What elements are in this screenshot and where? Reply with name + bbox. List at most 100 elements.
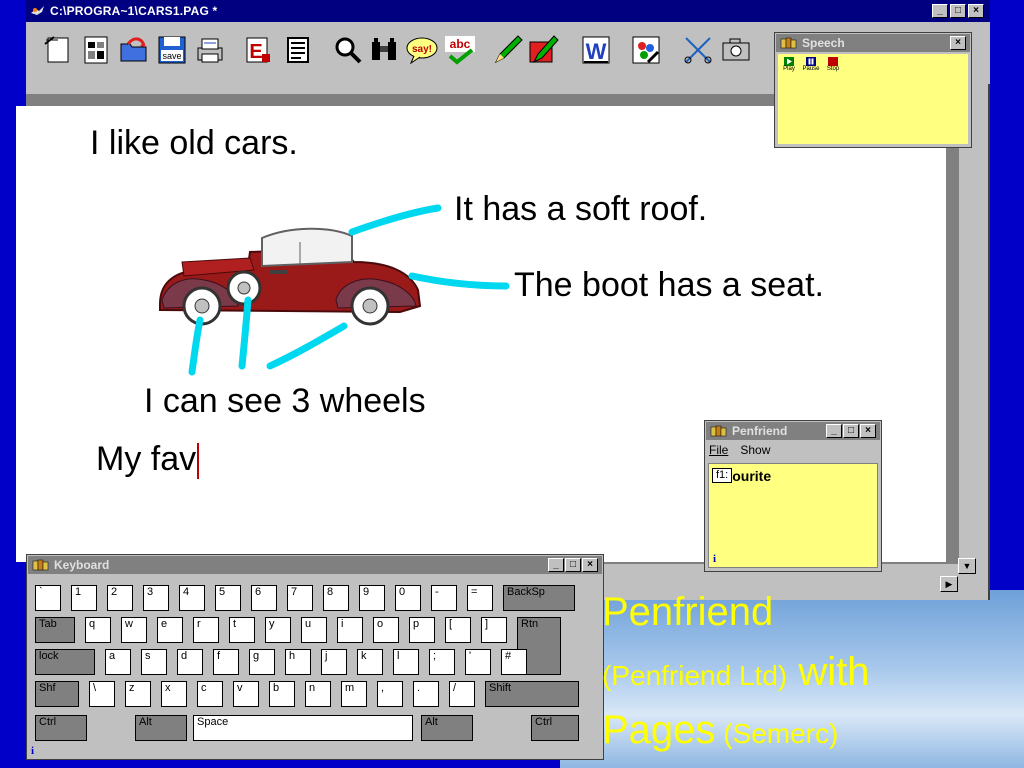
- key-5[interactable]: 5: [215, 585, 241, 611]
- keyboard-title-bar[interactable]: Keyboard _ □ ×: [28, 556, 602, 574]
- key-r[interactable]: r: [193, 617, 219, 643]
- play-icon: [784, 57, 794, 66]
- keyboard-close-button[interactable]: ×: [582, 558, 598, 572]
- caption-with: with: [787, 650, 870, 694]
- key-h[interactable]: h: [285, 649, 311, 675]
- books-icon: [710, 425, 727, 437]
- key-tab[interactable]: Tab: [35, 617, 75, 643]
- key-1[interactable]: 1: [71, 585, 97, 611]
- key-e[interactable]: e: [157, 617, 183, 643]
- label-boot-seat: The boot has a seat.: [514, 266, 824, 304]
- prediction-hotkey: f1:: [712, 468, 733, 483]
- stop-button[interactable]: Stop: [824, 57, 842, 73]
- key-alt[interactable]: Alt: [421, 715, 473, 741]
- doc-typing-line[interactable]: My fav: [96, 440, 200, 480]
- key-v[interactable]: v: [233, 681, 259, 707]
- key-sym-1-11[interactable]: [: [445, 617, 471, 643]
- key-x[interactable]: x: [161, 681, 187, 707]
- key-ctrl[interactable]: Ctrl: [35, 715, 87, 741]
- keyboard-minimize-button[interactable]: _: [548, 558, 564, 572]
- keyboard-window-controls: _ □ ×: [548, 558, 598, 572]
- key-6[interactable]: 6: [251, 585, 277, 611]
- pause-button[interactable]: Pause: [802, 57, 820, 73]
- key-3[interactable]: 3: [143, 585, 169, 611]
- key-u[interactable]: u: [301, 617, 327, 643]
- key-backsp[interactable]: BackSp: [503, 585, 575, 611]
- caption-line-3: Pages (Semerc): [602, 708, 838, 753]
- stop-icon: [828, 57, 838, 66]
- key-shift[interactable]: Shift: [485, 681, 579, 707]
- penfriend-minimize-button[interactable]: _: [826, 424, 842, 438]
- keyboard-title: Keyboard: [54, 558, 110, 572]
- key-l[interactable]: l: [393, 649, 419, 675]
- key-8[interactable]: 8: [323, 585, 349, 611]
- key-g[interactable]: g: [249, 649, 275, 675]
- key-space[interactable]: Space: [193, 715, 413, 741]
- key-b[interactable]: b: [269, 681, 295, 707]
- key-o[interactable]: o: [373, 617, 399, 643]
- key-alt[interactable]: Alt: [135, 715, 187, 741]
- key-lock[interactable]: lock: [35, 649, 95, 675]
- info-icon[interactable]: i: [713, 553, 716, 565]
- key-sym-3-10[interactable]: .: [413, 681, 439, 707]
- label-wheels: I can see 3 wheels: [144, 382, 426, 420]
- key-d[interactable]: d: [177, 649, 203, 675]
- typed-text: My fav: [96, 440, 197, 478]
- key-y[interactable]: y: [265, 617, 291, 643]
- menu-file[interactable]: File: [709, 443, 728, 457]
- penfriend-close-button[interactable]: ×: [860, 424, 876, 438]
- key-sym-2-11[interactable]: ': [465, 649, 491, 675]
- caption-line-1: Penfriend: [602, 590, 774, 634]
- key-sym-2-12[interactable]: #: [501, 649, 527, 675]
- key-i[interactable]: i: [337, 617, 363, 643]
- label-soft-roof: It has a soft roof.: [454, 190, 708, 228]
- key-sym-3-9[interactable]: ,: [377, 681, 403, 707]
- penfriend-panel: Penfriend _ □ × File Show f1: favourite …: [704, 420, 882, 572]
- key-m[interactable]: m: [341, 681, 367, 707]
- key-7[interactable]: 7: [287, 585, 313, 611]
- key-sym-2-10[interactable]: ;: [429, 649, 455, 675]
- keyboard-maximize-button[interactable]: □: [565, 558, 581, 572]
- speech-title-bar[interactable]: Speech ×: [776, 34, 970, 52]
- penfriend-menu-bar: File Show: [709, 443, 770, 457]
- key-a[interactable]: a: [105, 649, 131, 675]
- menu-show[interactable]: Show: [740, 443, 770, 457]
- books-icon: [32, 559, 49, 571]
- key-4[interactable]: 4: [179, 585, 205, 611]
- key-j[interactable]: j: [321, 649, 347, 675]
- key-0[interactable]: 0: [395, 585, 421, 611]
- key-f[interactable]: f: [213, 649, 239, 675]
- key-s[interactable]: s: [141, 649, 167, 675]
- penfriend-window-controls: _ □ ×: [826, 424, 876, 438]
- key-9[interactable]: 9: [359, 585, 385, 611]
- key-2[interactable]: 2: [107, 585, 133, 611]
- caption-pages: Pages: [602, 708, 716, 752]
- key-sym-3-1[interactable]: \: [89, 681, 115, 707]
- key-p[interactable]: p: [409, 617, 435, 643]
- speech-close-button[interactable]: ×: [950, 36, 966, 50]
- key-q[interactable]: q: [85, 617, 111, 643]
- key-k[interactable]: k: [357, 649, 383, 675]
- keyboard-info-icon[interactable]: i: [31, 745, 34, 757]
- key-sym-1-12[interactable]: ]: [481, 617, 507, 643]
- key-t[interactable]: t: [229, 617, 255, 643]
- key-c[interactable]: c: [197, 681, 223, 707]
- books-icon: [780, 37, 797, 49]
- penfriend-maximize-button[interactable]: □: [843, 424, 859, 438]
- key-z[interactable]: z: [125, 681, 151, 707]
- penfriend-title-bar[interactable]: Penfriend _ □ ×: [706, 422, 880, 440]
- key-n[interactable]: n: [305, 681, 331, 707]
- prediction-item[interactable]: f1: favourite: [712, 468, 771, 484]
- key-sym-0-11[interactable]: -: [431, 585, 457, 611]
- play-button[interactable]: Play: [780, 57, 798, 73]
- key-shf[interactable]: Shf: [35, 681, 79, 707]
- key-sym-0-0[interactable]: `: [35, 585, 61, 611]
- key-ctrl[interactable]: Ctrl: [531, 715, 579, 741]
- key-w[interactable]: w: [121, 617, 147, 643]
- key-sym-3-11[interactable]: /: [449, 681, 475, 707]
- caption-company-2: (Semerc): [715, 718, 839, 749]
- pause-icon: [806, 57, 816, 66]
- key-sym-0-12[interactable]: =: [467, 585, 493, 611]
- penfriend-title: Penfriend: [732, 424, 788, 438]
- car-illustration: [159, 227, 422, 326]
